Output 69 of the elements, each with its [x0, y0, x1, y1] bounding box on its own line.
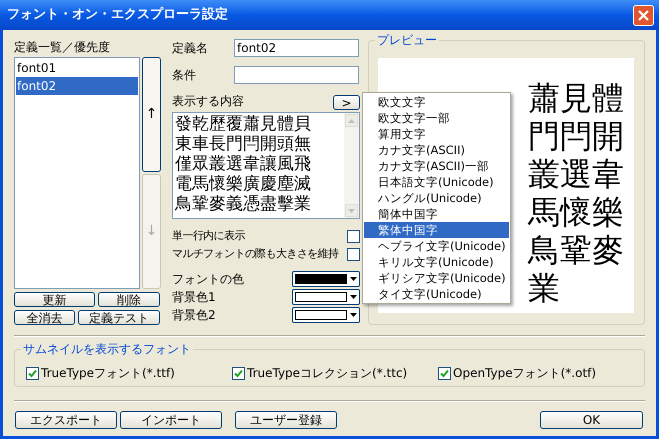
content-line: 鳥鞏麥義憑盡擊業	[175, 194, 312, 214]
preview-text: 叢選韋	[528, 155, 625, 193]
menu-item[interactable]: タイ文字(Unicode)	[364, 286, 509, 302]
menu-item[interactable]: ヘブライ文字(Unicode)	[364, 238, 509, 254]
content-line: 僅眾叢選韋讓風飛	[175, 154, 312, 174]
color-label: 背景色1	[172, 289, 216, 306]
color-picker[interactable]	[292, 271, 360, 287]
menu-button[interactable]: >	[333, 95, 360, 110]
ok-button[interactable]: OK	[540, 411, 643, 429]
clear-all-button[interactable]: 全消去	[14, 310, 75, 325]
preview-text: 門閂開	[528, 117, 625, 155]
up-arrow-icon	[348, 118, 355, 122]
dropdown-arrow-icon	[350, 313, 357, 317]
list-item[interactable]: font02	[16, 77, 138, 95]
content-line: 發乾歷覆蕭見體貝	[175, 114, 312, 134]
checkbox-label: TrueTypeコレクション(*.ttc)	[247, 365, 408, 382]
content-line: 電馬懷樂廣慶塵滅	[175, 174, 312, 194]
update-button[interactable]: 更新	[14, 292, 95, 307]
content-line: 東車長門閂開頭無	[175, 134, 312, 154]
preview-text: 馬懷樂	[528, 193, 625, 231]
input-field[interactable]	[234, 66, 359, 84]
menu-item[interactable]: 算用文字	[364, 126, 509, 142]
checkbox[interactable]	[26, 366, 39, 380]
content-label: 表示する内容	[172, 93, 244, 110]
checkbox[interactable]	[438, 366, 451, 380]
close-icon	[638, 10, 649, 20]
checkbox-label: TrueTypeフォント(*.ttf)	[41, 365, 175, 382]
field-label: 定義名	[172, 40, 209, 57]
option-label: マルチフォントの際も大きさを維持	[172, 246, 338, 262]
checkbox-label: OpenTypeフォント(*.otf)	[453, 365, 596, 382]
content-textarea[interactable]: 發乾歷覆蕭見體貝 東車長門閂開頭無 僅眾叢選韋讓風飛 電馬懷樂廣慶塵滅 鳥鞏麥義憑盡擊業	[172, 112, 360, 219]
delete-button[interactable]: 削除	[98, 292, 160, 307]
dropdown-arrow-icon	[350, 277, 357, 281]
thumbnail-legend: サムネイルを表示するフォント	[21, 342, 193, 356]
footer-button[interactable]: ユーザー登録	[235, 411, 337, 429]
checkbox[interactable]	[347, 230, 360, 242]
option-label: 単一行内に表示	[172, 228, 245, 244]
preview-text: 蕭見體	[528, 79, 625, 117]
checkbox[interactable]	[232, 366, 245, 380]
field-label: 条件	[172, 67, 197, 84]
menu-item[interactable]: キリル文字(Unicode)	[364, 254, 509, 270]
menu-item[interactable]: 簡体中国字	[364, 206, 509, 222]
color-picker[interactable]	[292, 307, 360, 323]
preview-text: 業	[528, 269, 561, 307]
color-picker[interactable]	[292, 289, 360, 305]
checkbox[interactable]	[347, 248, 360, 260]
window-title: フォント・オン・エクスプローラ設定	[7, 6, 228, 24]
footer-button[interactable]: エクスポート	[15, 411, 117, 429]
footer-button[interactable]: インポート	[120, 411, 222, 429]
list-label: 定義一覧／優先度	[14, 39, 111, 55]
preview-legend: プレビュー	[375, 33, 439, 47]
menu-item[interactable]: 日本語文字(Unicode)	[364, 174, 509, 190]
menu-item[interactable]: カナ文字(ASCII)一部	[364, 158, 509, 174]
close-button[interactable]	[633, 4, 654, 26]
menu-item[interactable]: カナ文字(ASCII)	[364, 142, 509, 158]
move-button[interactable]: ↑	[142, 57, 161, 172]
menu-item[interactable]: 繁体中国字	[364, 222, 509, 238]
input-field[interactable]: font02	[234, 39, 359, 57]
down-arrow-icon	[348, 208, 355, 212]
test-definition-button[interactable]: 定義テスト	[78, 310, 160, 325]
menu-item[interactable]: ハングル(Unicode)	[364, 190, 509, 206]
menu-item[interactable]: ギリシア文字(Unicode)	[364, 270, 509, 286]
menu-item[interactable]: 欧文文字	[364, 94, 509, 110]
color-label: フォントの色	[172, 271, 244, 288]
dropdown-arrow-icon	[350, 295, 357, 299]
menu-item[interactable]: 欧文文字一部	[364, 110, 509, 126]
list-item[interactable]: font01	[16, 59, 138, 77]
preview-text: 鳥鞏麥	[528, 231, 625, 269]
color-label: 背景色2	[172, 307, 216, 324]
